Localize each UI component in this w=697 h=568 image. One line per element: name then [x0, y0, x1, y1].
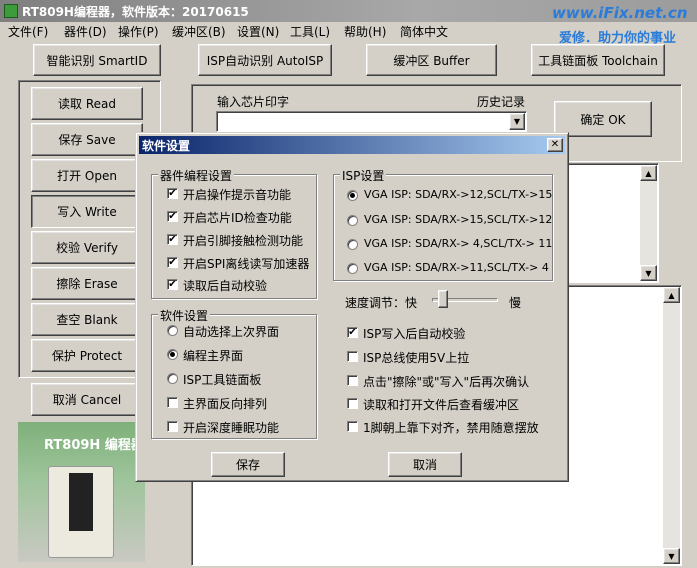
checkbox-confirm-again-label: 点击"擦除"或"写入"后再次确认: [363, 375, 530, 389]
chevron-down-icon: ▼: [645, 268, 652, 278]
menu-file[interactable]: 文件(F): [8, 23, 48, 40]
dialog-close-button[interactable]: ✕: [547, 138, 563, 152]
app-icon: [4, 4, 18, 18]
checkbox-confirm-again[interactable]: [347, 375, 358, 386]
history-label: 历史记录: [477, 95, 526, 109]
checkbox-chip-id[interactable]: ✔: [167, 211, 178, 222]
checkbox-reverse-layout[interactable]: [167, 397, 178, 408]
dialog-title-bar: 软件设置 ✕: [139, 136, 565, 154]
scroll-up-button[interactable]: ▲: [640, 165, 657, 181]
menu-device[interactable]: 器件(D): [64, 23, 107, 40]
radio-isp-toolchain[interactable]: [167, 373, 178, 384]
settings-dialog: 软件设置 ✕ 器件编程设置 ✔ 开启操作提示音功能 ✔ 开启芯片ID检查功能 ✔…: [135, 132, 569, 482]
speed-slider-thumb[interactable]: [437, 290, 448, 308]
log-scrollbar[interactable]: ▲ ▼: [663, 287, 680, 564]
menu-bar: 文件(F) 器件(D) 操作(P) 缓冲区(B) 设置(N) 工具(L) 帮助(…: [0, 22, 540, 40]
checkbox-deep-sleep[interactable]: [167, 421, 178, 432]
programmer-device-image: [48, 466, 114, 558]
blank-button[interactable]: 查空 Blank: [31, 303, 143, 336]
checkbox-pin-detect[interactable]: ✔: [167, 234, 178, 245]
checkbox-pin1-align[interactable]: [347, 421, 358, 432]
software-settings-title: 软件设置: [158, 307, 211, 324]
radio-isp-option-1[interactable]: [347, 190, 358, 201]
dialog-save-button[interactable]: 保存: [211, 452, 285, 477]
brand-url: www.iFix.net.cn: [552, 4, 688, 22]
checkbox-beep-label: 开启操作提示音功能: [183, 188, 292, 202]
checkbox-spi-accel[interactable]: ✔: [167, 257, 178, 268]
checkbox-spi-accel-label: 开启SPI离线读写加速器: [183, 257, 310, 271]
save-file-button[interactable]: 保存 Save: [31, 123, 143, 156]
write-button[interactable]: 写入 Write: [31, 195, 143, 228]
window-title: RT809H编程器，软件版本：20170615: [22, 5, 249, 19]
menu-help[interactable]: 帮助(H): [344, 23, 386, 40]
radio-isp-toolchain-label: ISP工具链面板: [183, 373, 262, 387]
radio-isp-option-3-label: VGA ISP: SDA/RX-> 4,SCL/TX-> 11: [364, 237, 553, 250]
menu-buffer[interactable]: 缓冲区(B): [172, 23, 226, 40]
chip-input-label: 输入芯片印字: [217, 95, 290, 109]
chevron-down-icon: ▼: [668, 551, 675, 561]
verify-button[interactable]: 校验 Verify: [31, 231, 143, 264]
radio-isp-option-1-label: VGA ISP: SDA/RX->12,SCL/TX->15: [364, 188, 553, 201]
device-settings-title: 器件编程设置: [158, 167, 235, 184]
speed-slow-label: 慢: [509, 296, 522, 310]
checkbox-isp-pullup[interactable]: [347, 351, 358, 362]
radio-main-view[interactable]: [167, 349, 178, 360]
close-icon: ✕: [550, 139, 560, 150]
product-image: RT809H 编程器: [18, 422, 145, 562]
chip-input-field[interactable]: [216, 111, 527, 132]
erase-button[interactable]: 擦除 Erase: [31, 267, 143, 300]
checkbox-reverse-layout-label: 主界面反向排列: [183, 397, 268, 411]
radio-isp-option-2-label: VGA ISP: SDA/RX->15,SCL/TX->12: [364, 213, 553, 226]
dialog-title: 软件设置: [142, 139, 191, 153]
checkbox-deep-sleep-label: 开启深度睡眠功能: [183, 421, 280, 435]
cancel-op-button[interactable]: 取消 Cancel: [31, 383, 143, 416]
log-scroll-up-button[interactable]: ▲: [663, 287, 680, 303]
read-button[interactable]: 读取 Read: [31, 87, 143, 120]
zif-socket-image: [69, 473, 93, 531]
product-label: RT809H 编程器: [44, 438, 144, 453]
radio-isp-option-2[interactable]: [347, 215, 358, 226]
checkbox-view-buffer-label: 读取和打开文件后查看缓冲区: [363, 398, 520, 412]
checkbox-chip-id-label: 开启芯片ID检查功能: [183, 211, 292, 225]
radio-isp-option-4[interactable]: [347, 263, 358, 274]
chevron-up-icon: ▲: [668, 290, 675, 300]
list-scrollbar[interactable]: ▲ ▼: [640, 165, 657, 281]
protect-button[interactable]: 保护 Protect: [31, 339, 143, 372]
open-button[interactable]: 打开 Open: [31, 159, 143, 192]
checkbox-pin1-align-label: 1脚朝上靠下对齐，禁用随意摆放: [363, 421, 539, 435]
checkbox-isp-verify-label: ISP写入后自动校验: [363, 327, 466, 341]
chevron-down-icon: ▼: [513, 117, 521, 126]
speed-label: 速度调节：快: [345, 296, 418, 310]
menu-operation[interactable]: 操作(P): [118, 23, 159, 40]
radio-main-view-label: 编程主界面: [183, 349, 244, 363]
radio-isp-option-4-label: VGA ISP: SDA/RX->11,SCL/TX-> 4: [364, 261, 549, 274]
checkbox-beep[interactable]: ✔: [167, 188, 178, 199]
checkbox-auto-verify[interactable]: ✔: [167, 279, 178, 290]
log-scroll-down-button[interactable]: ▼: [663, 548, 680, 564]
radio-isp-option-3[interactable]: [347, 239, 358, 250]
radio-last-view[interactable]: [167, 325, 178, 336]
toolchain-button[interactable]: 工具链面板 Toolchain: [531, 44, 665, 76]
checkbox-isp-pullup-label: ISP总线使用5V上拉: [363, 351, 470, 365]
menu-language[interactable]: 简体中文: [400, 23, 448, 40]
title-bar: RT809H编程器，软件版本：20170615 www.iFix.net.cn: [0, 0, 697, 22]
buffer-button[interactable]: 缓冲区 Buffer: [366, 44, 497, 76]
chevron-up-icon: ▲: [645, 168, 652, 178]
checkbox-view-buffer[interactable]: [347, 398, 358, 409]
smartid-button[interactable]: 智能识别 SmartID: [33, 44, 161, 76]
scroll-down-button[interactable]: ▼: [640, 265, 657, 281]
dialog-cancel-button[interactable]: 取消: [388, 452, 462, 477]
checkbox-pin-detect-label: 开启引脚接触检测功能: [183, 234, 304, 248]
autoisp-button[interactable]: ISP自动识别 AutoISP: [198, 44, 332, 76]
checkbox-auto-verify-label: 读取后自动校验: [183, 279, 268, 293]
menu-tools[interactable]: 工具(L): [290, 23, 330, 40]
checkbox-isp-verify[interactable]: ✔: [347, 327, 358, 338]
menu-settings[interactable]: 设置(N): [237, 23, 279, 40]
radio-last-view-label: 自动选择上次界面: [183, 325, 280, 339]
history-dropdown-button[interactable]: ▼: [509, 113, 525, 130]
isp-settings-title: ISP设置: [340, 167, 387, 184]
